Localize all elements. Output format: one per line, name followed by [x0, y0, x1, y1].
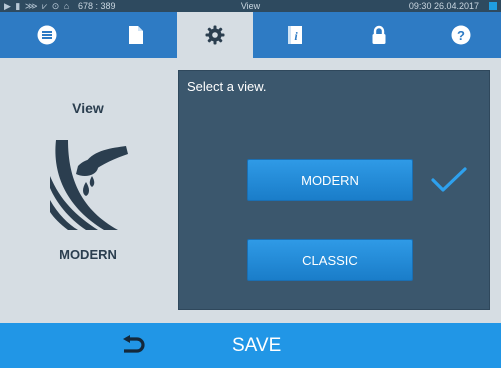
tab-menu[interactable]: [0, 12, 94, 58]
clock: 09:30 26.04.2017: [408, 1, 479, 11]
panel-prompt: Select a view.: [187, 79, 267, 94]
status-bar: ▶ ▮ ⋙ ⩗ ⊙ ⌂ 678 : 389 View 09:30 26.04.2…: [0, 0, 501, 12]
view-label: View: [72, 100, 104, 116]
status-indicator: [489, 2, 497, 10]
classic-view-button[interactable]: CLASSIC: [247, 239, 413, 281]
tab-help[interactable]: ?: [421, 12, 501, 58]
help-icon: ?: [451, 25, 471, 45]
info-book-icon: i: [288, 26, 302, 44]
tab-settings[interactable]: [177, 12, 253, 58]
tab-document[interactable]: [94, 12, 177, 58]
document-icon: [128, 26, 143, 44]
tab-info[interactable]: i: [253, 12, 337, 58]
back-arrow-icon: [123, 335, 145, 353]
gear-icon: [205, 25, 225, 45]
current-view-value: MODERN: [59, 247, 117, 262]
svg-text:?: ?: [457, 28, 465, 43]
view-selection-panel: Select a view. MODERN CLASSIC: [178, 70, 490, 310]
list-icon: [37, 25, 57, 45]
view-preview-icon: [46, 136, 130, 237]
modern-view-button[interactable]: MODERN: [247, 159, 413, 201]
save-button[interactable]: SAVE: [232, 323, 281, 368]
bottom-action-bar: SAVE: [0, 323, 501, 368]
tab-lock[interactable]: [337, 12, 421, 58]
checkmark-icon: [431, 167, 467, 198]
back-button[interactable]: [118, 333, 148, 359]
tab-bar: i ?: [0, 12, 501, 58]
lock-icon: [372, 25, 386, 44]
